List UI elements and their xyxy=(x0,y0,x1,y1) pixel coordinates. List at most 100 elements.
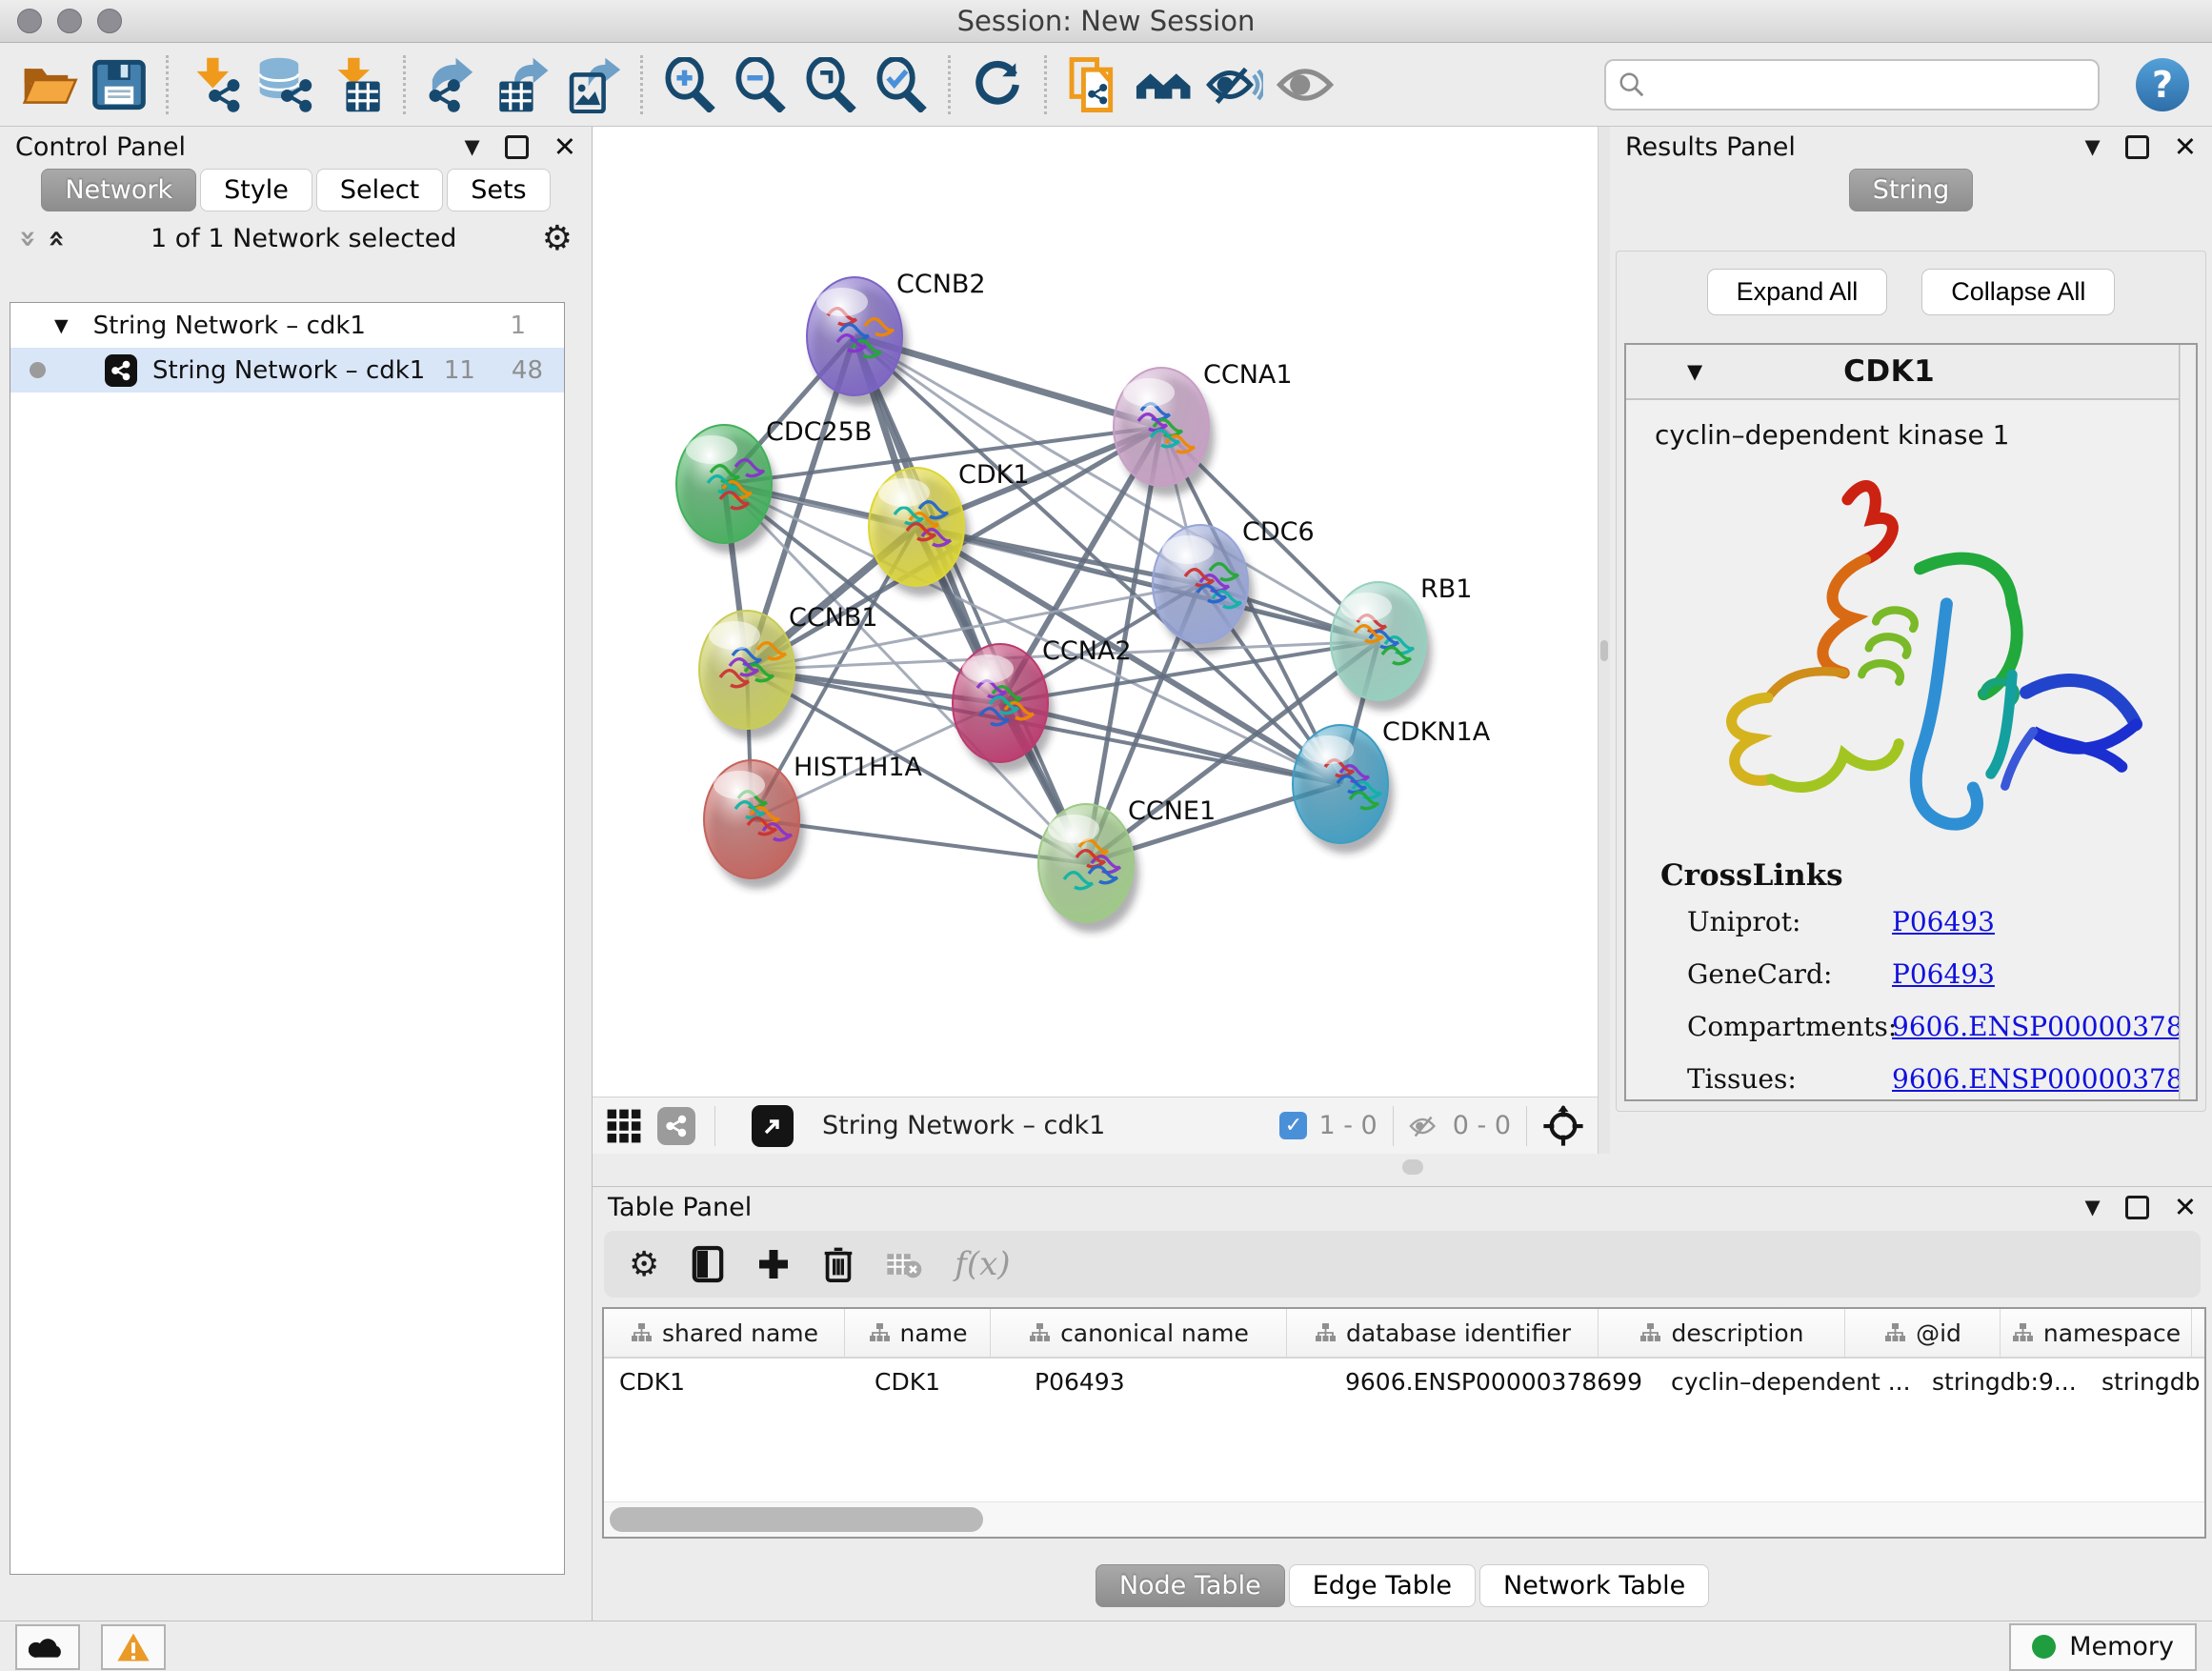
network-canvas[interactable]: CCNB2CCNA1CDC25BCDK1CDC6RB1CCNB1CCNA2HIS… xyxy=(593,127,1598,1097)
column-header-shared-name[interactable]: shared name xyxy=(604,1309,845,1357)
open-in-new-icon[interactable] xyxy=(752,1105,794,1147)
cloud-status-button[interactable] xyxy=(15,1624,80,1670)
column-header-database-identifier[interactable]: database identifier xyxy=(1287,1309,1599,1357)
table-cell[interactable]: CDK1 xyxy=(604,1368,859,1396)
maximize-panel-icon[interactable] xyxy=(2125,1196,2149,1219)
warnings-button[interactable] xyxy=(101,1624,166,1670)
tab-string[interactable]: String xyxy=(1849,169,1974,211)
collapse-node-details-icon[interactable]: ▼ xyxy=(1687,360,1702,383)
column-header-canonical-name[interactable]: canonical name xyxy=(991,1309,1287,1357)
export-network-button[interactable] xyxy=(417,50,488,120)
node-label: CCNE1 xyxy=(1128,796,1216,826)
maximize-panel-icon[interactable] xyxy=(505,135,529,159)
crosslink-link[interactable]: 9606.ENSP00000378699 xyxy=(1892,1063,2180,1095)
scrollbar-thumb[interactable] xyxy=(610,1507,983,1532)
results-panel-title: Results Panel xyxy=(1625,132,1796,162)
selected-node-edge-counts: 1 - 0 xyxy=(1318,1111,1377,1140)
close-panel-icon[interactable]: ✕ xyxy=(553,131,576,163)
add-column-icon[interactable] xyxy=(756,1247,791,1281)
table-row[interactable]: CDK1CDK1P064939606.ENSP00000378699cyclin… xyxy=(604,1359,2204,1404)
collapse-all-button[interactable]: Collapse All xyxy=(1921,269,2115,315)
results-scrollbar[interactable] xyxy=(2180,345,2196,1099)
memory-button[interactable]: Memory xyxy=(2009,1623,2197,1671)
network-row-selected[interactable]: String Network – cdk1 11 48 xyxy=(10,348,564,393)
tab-select[interactable]: Select xyxy=(316,169,443,211)
table-cell[interactable]: P06493 xyxy=(1019,1368,1330,1396)
network-node-HIST1H1A[interactable]: HIST1H1A xyxy=(704,753,923,889)
tab-edge-table[interactable]: Edge Table xyxy=(1289,1564,1476,1607)
copy-network-button[interactable] xyxy=(1058,50,1129,120)
column-header-description[interactable]: description xyxy=(1599,1309,1845,1357)
collapse-collection-icon[interactable]: ▼ xyxy=(54,315,69,336)
search-input[interactable] xyxy=(1654,70,2086,100)
network-node-CDK1[interactable]: CDK1 xyxy=(869,460,1030,596)
sitemap-icon xyxy=(1028,1321,1051,1344)
tab-node-table[interactable]: Node Table xyxy=(1096,1564,1285,1607)
column-header-@id[interactable]: @id xyxy=(1845,1309,2001,1357)
zoom-fit-button[interactable] xyxy=(795,50,866,120)
expand-all-button[interactable]: Expand All xyxy=(1707,269,1888,315)
zoom-in-button[interactable] xyxy=(654,50,725,120)
table-cell[interactable]: stringdb xyxy=(2086,1368,2206,1396)
birdseye-grid-icon[interactable] xyxy=(606,1108,642,1144)
network-node-CDC6[interactable]: CDC6 xyxy=(1153,517,1315,654)
zoom-selected-button[interactable] xyxy=(866,50,936,120)
tab-network-table[interactable]: Network Table xyxy=(1479,1564,1709,1607)
tab-style[interactable]: Style xyxy=(200,169,312,211)
window-title: Session: New Session xyxy=(0,5,2212,37)
column-header-name[interactable]: name xyxy=(845,1309,991,1357)
string-home-button[interactable] xyxy=(1129,50,1199,120)
crosslink-link[interactable]: P06493 xyxy=(1892,958,2144,990)
float-panel-icon[interactable]: ▼ xyxy=(465,135,480,158)
network-node-RB1[interactable]: RB1 xyxy=(1331,574,1472,711)
vertical-splitter[interactable] xyxy=(1598,127,1610,1154)
network-node-CDKN1A[interactable]: CDKN1A xyxy=(1293,717,1491,854)
tab-sets[interactable]: Sets xyxy=(447,169,550,211)
node-label: CCNA1 xyxy=(1203,360,1293,390)
maximize-panel-icon[interactable] xyxy=(2125,135,2149,159)
float-panel-icon[interactable]: ▼ xyxy=(2085,135,2101,158)
tab-network[interactable]: Network xyxy=(41,169,196,211)
network-node-CDC25B[interactable]: CDC25B xyxy=(676,417,872,554)
export-image-button[interactable] xyxy=(558,50,629,120)
table-cell[interactable]: CDK1 xyxy=(859,1368,1019,1396)
network-node-CCNA1[interactable]: CCNA1 xyxy=(1114,360,1293,496)
close-panel-icon[interactable]: ✕ xyxy=(2174,1191,2197,1223)
network-node-CCNE1[interactable]: CCNE1 xyxy=(1038,796,1216,933)
selected-checkbox-icon[interactable]: ✓ xyxy=(1279,1112,1307,1139)
save-session-button[interactable] xyxy=(84,50,154,120)
crosslink-link[interactable]: P06493 xyxy=(1892,906,2144,937)
network-collection-row[interactable]: ▼ String Network – cdk1 1 xyxy=(10,303,564,348)
refresh-icon xyxy=(971,58,1024,111)
string-overlay-icon[interactable] xyxy=(657,1107,695,1145)
export-table-button[interactable] xyxy=(488,50,558,120)
horizontal-splitter[interactable] xyxy=(593,1154,2212,1186)
crosslink-link[interactable]: 9606.ENSP00000378699 xyxy=(1892,1011,2180,1042)
table-horizontal-scrollbar[interactable] xyxy=(604,1501,2204,1537)
network-node-CCNB2[interactable]: CCNB2 xyxy=(807,270,986,406)
refresh-button[interactable] xyxy=(962,50,1033,120)
collapse-all-networks-icon[interactable]: » xyxy=(40,229,73,247)
table-options-gear-icon[interactable]: ⚙ xyxy=(629,1245,659,1284)
help-button[interactable]: ? xyxy=(2136,58,2189,111)
hide-unselected-button[interactable] xyxy=(1199,50,1270,120)
select-columns-icon[interactable] xyxy=(692,1245,724,1283)
show-all-button[interactable] xyxy=(1270,50,1340,120)
table-cell[interactable]: stringdb:9... xyxy=(1917,1368,2086,1396)
network-view[interactable]: CCNB2CCNA1CDC25BCDK1CDC6RB1CCNB1CCNA2HIS… xyxy=(593,127,1598,1154)
float-panel-icon[interactable]: ▼ xyxy=(2085,1196,2101,1218)
table-cell[interactable]: cyclin–dependent ... xyxy=(1656,1368,1917,1396)
table-cell[interactable]: 9606.ENSP00000378699 xyxy=(1330,1368,1656,1396)
import-network-file-button[interactable] xyxy=(180,50,251,120)
fit-content-crosshair-icon[interactable] xyxy=(1542,1105,1584,1147)
network-options-gear-icon[interactable]: ⚙ xyxy=(542,219,573,258)
close-panel-icon[interactable]: ✕ xyxy=(2174,131,2197,163)
zoom-out-button[interactable] xyxy=(725,50,795,120)
open-session-button[interactable] xyxy=(13,50,84,120)
import-network-database-button[interactable] xyxy=(251,50,321,120)
delete-column-icon[interactable] xyxy=(823,1245,854,1283)
column-header-namespace[interactable]: namespace xyxy=(2001,1309,2192,1357)
node-details-header[interactable]: ▼ CDK1 xyxy=(1626,345,2179,400)
import-table-button[interactable] xyxy=(321,50,392,120)
network-node-CCNB1[interactable]: CCNB1 xyxy=(699,603,878,739)
